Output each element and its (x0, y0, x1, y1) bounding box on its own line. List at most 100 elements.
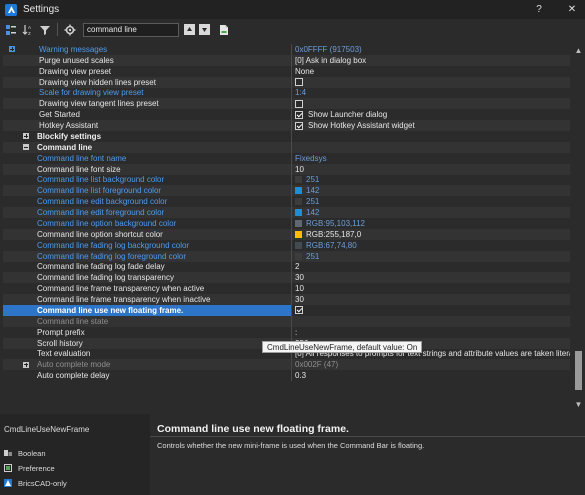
setting-row[interactable]: Command line use new floating frame. (3, 305, 570, 316)
setting-value[interactable]: 0.3 (292, 370, 570, 381)
setting-checkbox[interactable] (295, 306, 303, 315)
setting-value[interactable]: : (292, 327, 570, 338)
setting-row[interactable]: Command line font name Fixedsys (3, 152, 570, 164)
setting-value-text: 251 (306, 175, 320, 185)
collapse-icon[interactable] (23, 144, 29, 151)
expand-icon[interactable] (23, 133, 29, 140)
setting-row[interactable]: Command line fading log foreground color… (3, 250, 570, 262)
meta-product-label: BricsCAD-only (18, 478, 67, 488)
setting-value[interactable] (292, 98, 570, 109)
setting-value[interactable] (292, 316, 570, 327)
expand-icon[interactable] (9, 46, 15, 53)
setting-value[interactable] (292, 131, 570, 142)
setting-value[interactable]: RGB:255,187,0 (292, 229, 570, 240)
setting-row[interactable]: Drawing view preset None (3, 65, 570, 77)
setting-value[interactable]: RGB:95,103,112 (292, 218, 570, 229)
row-gutter (3, 262, 31, 273)
setting-row[interactable]: Command line edit background color 251 (3, 196, 570, 208)
setting-value[interactable]: [0] Ask in dialog box (292, 55, 570, 66)
setting-row[interactable]: Command line font size 10 (3, 163, 570, 175)
row-gutter (3, 240, 31, 251)
setting-name: Drawing view preset (39, 66, 112, 76)
setting-checkbox[interactable] (295, 110, 303, 119)
setting-name: Command line font size (37, 164, 121, 174)
next-match-button[interactable] (199, 24, 210, 35)
setting-row[interactable]: Hotkey Assistant Show Hotkey Assistant wi… (3, 120, 570, 131)
vertical-scrollbar[interactable]: ▲ ▼ (573, 44, 584, 410)
setting-row[interactable]: Command line state (3, 315, 570, 327)
setting-value[interactable]: Show Launcher dialog (292, 109, 570, 120)
setting-row[interactable]: Blockify settings (3, 131, 570, 142)
help-button[interactable]: ? (527, 0, 551, 19)
setting-value[interactable]: 0x002F (47) (292, 359, 570, 370)
setting-value[interactable]: Fixedsys (292, 153, 570, 164)
setting-row[interactable]: Command line fading log fade delay 2 (3, 261, 570, 273)
setting-value[interactable]: 142 (292, 185, 570, 196)
setting-row[interactable]: Command line frame transparency when ina… (3, 294, 570, 305)
expand-icon[interactable] (23, 361, 29, 368)
setting-name: Text evaluation (37, 349, 91, 359)
row-gutter (3, 370, 31, 381)
filter-icon[interactable] (38, 23, 52, 37)
setting-value[interactable]: 251 (292, 175, 570, 186)
setting-name: Command line list background color (37, 175, 165, 185)
setting-row[interactable]: Command line fading log transparency 30 (3, 272, 570, 284)
setting-value[interactable]: 10 (292, 283, 570, 294)
setting-value[interactable]: Show Hotkey Assistant widget (292, 120, 570, 131)
setting-name: Auto complete delay (37, 371, 110, 381)
setting-checkbox[interactable] (295, 121, 303, 130)
row-gutter (3, 153, 31, 164)
setting-row[interactable]: Warning messages 0x0FFFF (917503) (3, 44, 570, 55)
setting-value[interactable]: 1:4 (292, 88, 570, 99)
setting-value[interactable]: 142 (292, 207, 570, 218)
setting-value[interactable]: 2 (292, 262, 570, 273)
setting-value[interactable]: 0x0FFFF (917503) (292, 44, 570, 55)
export-document-icon[interactable] (217, 23, 231, 37)
setting-row[interactable]: Command line option shortcut color RGB:25… (3, 228, 570, 240)
meta-type-label: Boolean (18, 448, 46, 458)
setting-row[interactable]: Command line list foreground color 142 (3, 185, 570, 197)
search-settings-icon[interactable] (63, 23, 77, 37)
setting-value[interactable] (292, 77, 570, 88)
setting-row[interactable]: Drawing view hidden lines preset (3, 76, 570, 88)
setting-row[interactable]: Scale for drawing view preset 1:4 (3, 87, 570, 99)
setting-value[interactable] (292, 305, 570, 316)
setting-row[interactable]: Command line fading log background color… (3, 239, 570, 251)
svg-text:A: A (28, 25, 31, 30)
categorized-view-icon[interactable] (4, 23, 18, 37)
setting-value[interactable]: 251 (292, 196, 570, 207)
color-swatch (295, 209, 302, 217)
search-input[interactable] (83, 22, 179, 37)
setting-row[interactable]: Command line edit foreground color 142 (3, 207, 570, 218)
setting-row[interactable]: Command line list background color 251 (3, 174, 570, 186)
setting-value[interactable]: 251 (292, 251, 570, 262)
setting-value[interactable]: 30 (292, 294, 570, 305)
scrollbar-thumb[interactable] (575, 351, 582, 390)
row-gutter (3, 338, 31, 349)
setting-row[interactable]: Command line frame transparency when act… (3, 283, 570, 295)
settings-rows: Warning messages 0x0FFFF (917503) Purge un… (3, 44, 570, 382)
setting-row[interactable]: Command line (3, 141, 570, 153)
row-gutter (3, 66, 31, 77)
scroll-down-icon[interactable]: ▼ (573, 398, 584, 410)
scroll-up-icon[interactable]: ▲ (573, 44, 584, 56)
close-button[interactable]: ✕ (560, 0, 584, 19)
setting-row[interactable]: Command line option background color RGB:… (3, 218, 570, 229)
setting-value[interactable]: RGB:67,74,80 (292, 240, 570, 251)
setting-checkbox[interactable] (295, 78, 303, 87)
setting-value[interactable]: None (292, 66, 570, 77)
setting-checkbox[interactable] (295, 99, 303, 108)
setting-row[interactable]: Get Started Show Launcher dialog (3, 109, 570, 121)
row-gutter (3, 218, 31, 229)
setting-value[interactable]: 30 (292, 272, 570, 283)
setting-row[interactable]: Prompt prefix: (3, 326, 570, 338)
setting-value[interactable] (292, 142, 570, 153)
setting-value[interactable]: 10 (292, 164, 570, 175)
setting-name: Warning messages (39, 44, 108, 54)
setting-row[interactable]: Purge unused scales [0] Ask in dialog box (3, 54, 570, 66)
setting-row[interactable]: Auto complete mode 0x002F (47) (3, 359, 570, 371)
sort-alphabetical-icon[interactable]: AZ (21, 23, 35, 37)
setting-row[interactable]: Drawing view tangent lines preset (3, 98, 570, 110)
setting-row[interactable]: Auto complete delay 0.3 (3, 370, 570, 382)
previous-match-button[interactable] (184, 24, 195, 35)
